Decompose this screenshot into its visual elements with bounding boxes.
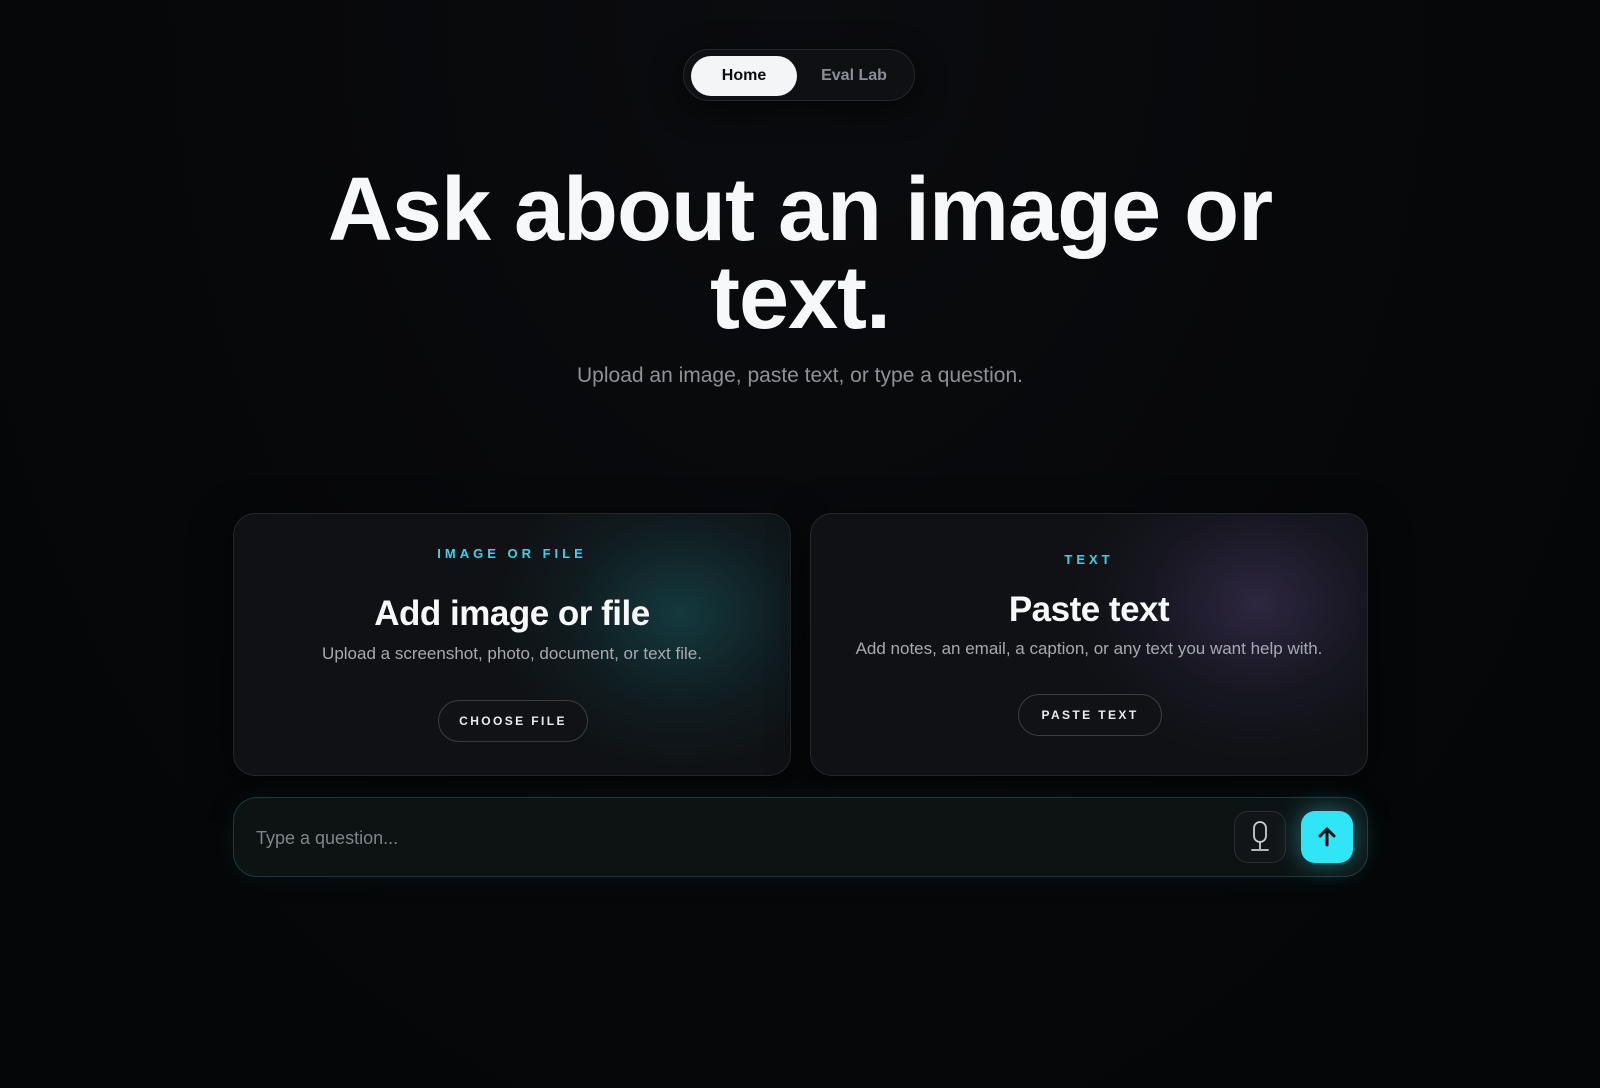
- choose-file-button[interactable]: CHOOSE FILE: [438, 700, 588, 742]
- tab-home[interactable]: Home: [691, 56, 797, 96]
- question-composer: [233, 797, 1368, 877]
- card-eyebrow-text: TEXT: [1064, 552, 1114, 567]
- arrow-up-icon: [1318, 827, 1336, 847]
- card-description-image: Upload a screenshot, photo, document, or…: [322, 644, 702, 663]
- page-title: Ask about an image or text.: [300, 165, 1300, 343]
- app-root: Home Eval Lab Ask about an image or text…: [0, 0, 1600, 1088]
- tab-eval-lab[interactable]: Eval Lab: [800, 56, 908, 96]
- microphone-button[interactable]: [1234, 811, 1286, 863]
- microphone-icon: [1251, 821, 1269, 851]
- page-title-line-2: text.: [709, 248, 891, 348]
- page-subtitle: Upload an image, paste text, or type a q…: [577, 364, 1023, 387]
- paste-text-button[interactable]: PASTE TEXT: [1018, 694, 1162, 736]
- question-input[interactable]: [254, 818, 1218, 858]
- page-title-line-1: Ask about an image or: [327, 160, 1273, 260]
- paste-text-card: TEXT Paste text Add notes, an email, a c…: [810, 513, 1368, 776]
- card-title-text: Paste text: [1008, 590, 1170, 629]
- card-eyebrow-image: IMAGE OR FILE: [437, 546, 587, 561]
- top-nav: Home Eval Lab: [683, 49, 915, 101]
- card-description-text: Add notes, an email, a caption, or any t…: [855, 639, 1323, 658]
- image-upload-card: IMAGE OR FILE Add image or file Upload a…: [233, 513, 791, 776]
- card-title-image: Add image or file: [374, 594, 650, 633]
- send-button[interactable]: [1301, 811, 1353, 863]
